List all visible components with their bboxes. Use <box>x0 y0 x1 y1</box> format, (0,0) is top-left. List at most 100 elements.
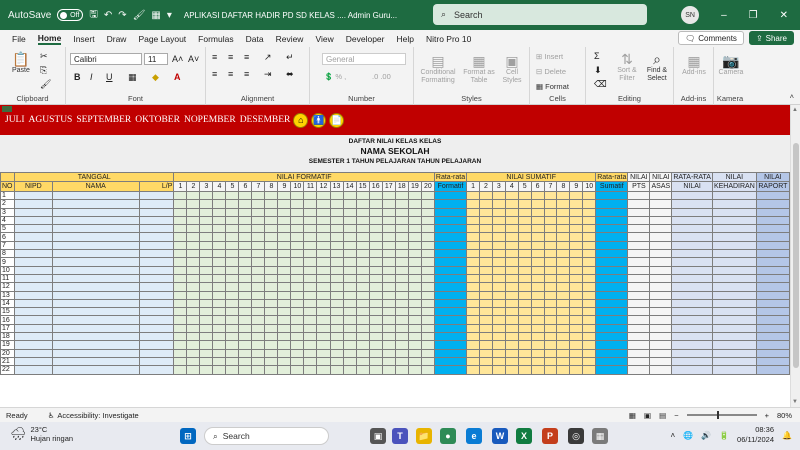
cell-raport[interactable] <box>755 323 790 334</box>
header-sumatif-num[interactable]: 5 <box>517 181 532 192</box>
cell-sumatif[interactable] <box>530 224 545 234</box>
cell-formatif[interactable] <box>173 215 188 226</box>
cell-rata-formatif[interactable] <box>433 215 468 226</box>
cell-sumatif[interactable] <box>543 215 558 226</box>
cell-formatif[interactable] <box>264 315 279 325</box>
cell-raport[interactable] <box>755 190 790 201</box>
cell-formatif[interactable] <box>316 265 331 275</box>
cell-formatif[interactable] <box>277 365 292 375</box>
cell-sumatif[interactable] <box>530 340 545 350</box>
cell-formatif[interactable] <box>355 265 370 275</box>
cell-formatif[interactable] <box>212 265 227 275</box>
conditional-formatting-button[interactable]: ▤ Conditional Formatting <box>418 53 458 85</box>
cell-sumatif[interactable] <box>479 356 493 367</box>
cell-nipd[interactable] <box>13 215 53 226</box>
row-number[interactable]: 14 <box>0 298 15 309</box>
app-icon[interactable]: ◎ <box>568 428 584 444</box>
cell-formatif[interactable] <box>420 207 435 217</box>
scrollbar-thumb[interactable] <box>793 143 799 368</box>
cell-sumatif[interactable] <box>543 190 558 201</box>
cell-formatif[interactable] <box>277 340 292 350</box>
cell-rata-sumatif[interactable] <box>595 273 629 284</box>
cell-sumatif[interactable] <box>569 215 584 226</box>
cell-pts[interactable] <box>627 265 651 275</box>
cell-kehadiran[interactable] <box>711 265 757 275</box>
cell-pts[interactable] <box>627 282 651 292</box>
cell-sumatif[interactable] <box>569 224 584 234</box>
cell-sumatif[interactable] <box>569 232 584 242</box>
cell-formatif[interactable] <box>186 273 201 284</box>
cell-formatif[interactable] <box>238 273 253 284</box>
cell-kehadiran[interactable] <box>711 282 757 292</box>
cell-formatif[interactable] <box>199 224 214 234</box>
cell-formatif[interactable] <box>199 282 214 292</box>
cell-formatif[interactable] <box>342 273 357 284</box>
cell-sumatif[interactable] <box>530 190 545 201</box>
cell-sumatif[interactable] <box>530 356 545 367</box>
cell-formatif[interactable] <box>394 249 409 259</box>
cell-nama[interactable] <box>51 199 140 209</box>
cell-formatif[interactable] <box>381 249 396 259</box>
cell-raport[interactable] <box>755 215 790 226</box>
header-formatif-num[interactable]: 11 <box>303 181 318 192</box>
cell-formatif[interactable] <box>199 190 214 201</box>
cell-formatif[interactable] <box>251 240 266 251</box>
cell-rata-formatif[interactable] <box>433 298 468 309</box>
cell-formatif[interactable] <box>316 199 331 209</box>
cell-sumatif[interactable] <box>466 356 480 367</box>
cell-formatif[interactable] <box>342 323 357 334</box>
cell-nipd[interactable] <box>13 232 53 242</box>
normal-view-icon[interactable]: ▦ <box>629 411 636 420</box>
cell-formatif[interactable] <box>355 257 370 267</box>
cell-sumatif[interactable] <box>543 207 558 217</box>
cell-formatif[interactable] <box>238 240 253 251</box>
cell-sumatif[interactable] <box>504 257 519 267</box>
cell-formatif[interactable] <box>238 207 253 217</box>
cell-lp[interactable] <box>138 348 175 358</box>
cell-formatif[interactable] <box>251 365 266 375</box>
cell-formatif[interactable] <box>225 249 240 259</box>
header-formatif-num[interactable]: 17 <box>381 181 396 192</box>
addins-button[interactable]: ▦ Add-ins <box>678 53 710 77</box>
cell-formatif[interactable] <box>186 257 201 267</box>
cell-formatif[interactable] <box>329 340 344 350</box>
cell-formatif[interactable] <box>290 290 305 300</box>
cell-sumatif[interactable] <box>530 348 545 358</box>
cell-formatif[interactable] <box>264 290 279 300</box>
cell-sumatif[interactable] <box>530 232 545 242</box>
cell-formatif[interactable] <box>290 265 305 275</box>
sheet-corner-icon[interactable] <box>2 106 12 112</box>
cell-formatif[interactable] <box>355 307 370 317</box>
cell-formatif[interactable] <box>290 323 305 334</box>
cell-asas[interactable] <box>649 232 673 242</box>
cell-sumatif[interactable] <box>556 224 571 234</box>
taskbar-search[interactable]: ⌕ Search <box>204 427 329 445</box>
cell-formatif[interactable] <box>420 356 435 367</box>
cell-formatif[interactable] <box>381 190 396 201</box>
cell-formatif[interactable] <box>199 265 214 275</box>
cell-sumatif[interactable] <box>466 365 480 375</box>
cell-rata-rata[interactable] <box>671 215 713 226</box>
cell-formatif[interactable] <box>290 282 305 292</box>
cell-sumatif[interactable] <box>543 348 558 358</box>
cell-formatif[interactable] <box>264 323 279 334</box>
cell-formatif[interactable] <box>212 240 227 251</box>
cell-rata-sumatif[interactable] <box>595 232 629 242</box>
cell-formatif[interactable] <box>420 365 435 375</box>
cell-pts[interactable] <box>627 340 651 350</box>
cell-rata-formatif[interactable] <box>433 323 468 334</box>
cell-formatif[interactable] <box>420 282 435 292</box>
cell-asas[interactable] <box>649 348 673 358</box>
cell-sumatif[interactable] <box>504 190 519 201</box>
cell-sumatif[interactable] <box>582 265 597 275</box>
cell-formatif[interactable] <box>264 265 279 275</box>
cell-formatif[interactable] <box>329 190 344 201</box>
cell-sumatif[interactable] <box>491 282 506 292</box>
header-sumatif-num[interactable]: 7 <box>543 181 558 192</box>
cell-formatif[interactable] <box>316 257 331 267</box>
cell-formatif[interactable] <box>173 365 188 375</box>
cell-sumatif[interactable] <box>530 323 545 334</box>
cell-raport[interactable] <box>755 224 790 234</box>
cell-sumatif[interactable] <box>543 265 558 275</box>
cell-formatif[interactable] <box>173 307 188 317</box>
